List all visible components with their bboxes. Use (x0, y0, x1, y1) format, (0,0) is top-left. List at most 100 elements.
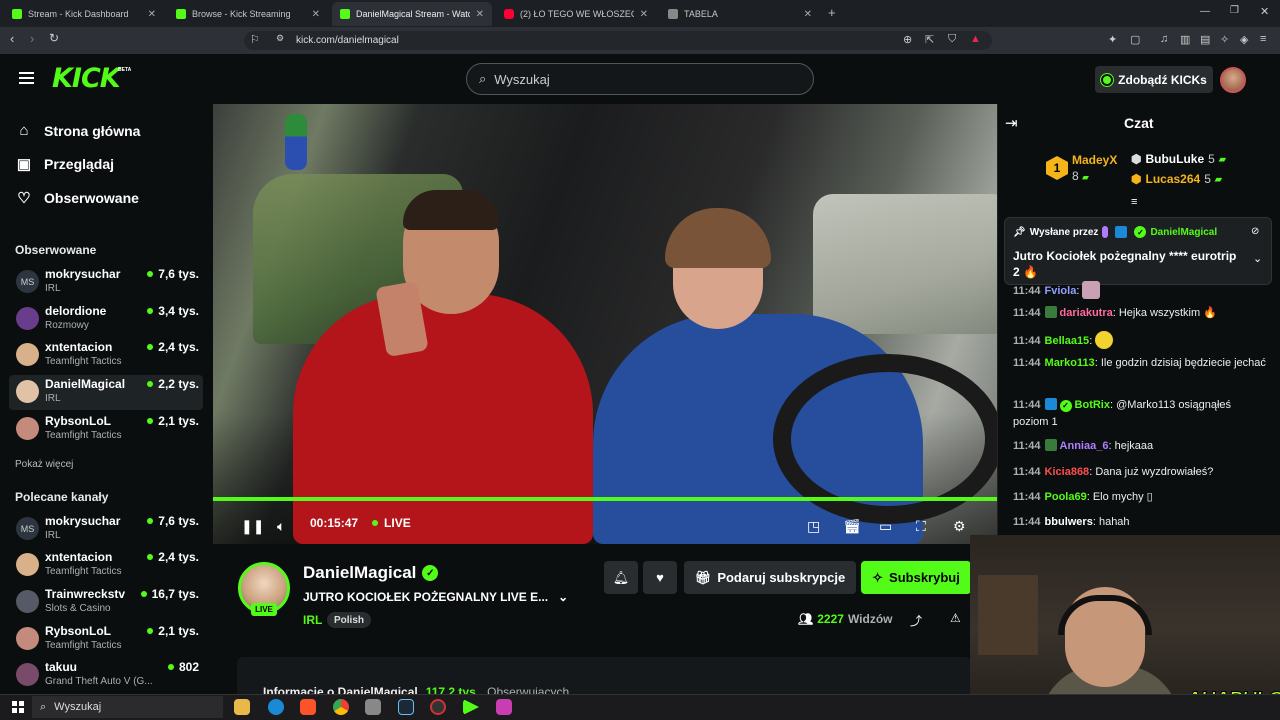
forward-icon[interactable]: › (30, 31, 34, 46)
settings-icon[interactable]: ⚙ (953, 518, 966, 535)
chat-message[interactable]: 11:44 bbulwers: hahah (1013, 514, 1269, 531)
chevron-down-icon[interactable]: ⌄ (558, 590, 568, 604)
new-tab-button[interactable]: + (828, 5, 836, 20)
chat-message[interactable]: 11:44 Anniaa_6: hejkaaa (1013, 438, 1269, 455)
reload-icon[interactable]: ↻ (49, 31, 59, 45)
chrome-icon[interactable] (333, 699, 349, 715)
fullscreen-icon[interactable]: ⛶ (916, 518, 926, 535)
unpin-icon[interactable]: ⊘ (1251, 226, 1259, 237)
sidebar-channel-active[interactable]: DanielMagical IRL 2,2 tys. (9, 375, 203, 410)
sidebar-channel[interactable]: xntentacion Teamfight Tactics 2,4 tys. (9, 338, 203, 373)
leaderboard-first[interactable]: 1 MadeyX 8 ▰ (1046, 153, 1117, 183)
screenshot-icon[interactable]: ▢ (1130, 33, 1140, 46)
sidebar-channel[interactable]: takuu Grand Theft Auto V (G... 802 (9, 658, 203, 693)
zoom-icon[interactable]: ⊕ (903, 33, 912, 46)
user-avatar[interactable] (1220, 67, 1246, 93)
wallet-icon[interactable]: ▤ (1200, 33, 1210, 46)
leo-icon[interactable]: ✧ (1220, 33, 1229, 46)
back-icon[interactable]: ‹ (10, 31, 14, 46)
app-icon[interactable] (365, 699, 381, 715)
window-close-icon[interactable]: ✕ (1260, 5, 1269, 18)
notifications-button[interactable]: 🔔︎ (604, 561, 638, 594)
message-user[interactable]: Anniaa_6 (1060, 440, 1109, 452)
message-user[interactable]: Fviola (1045, 285, 1077, 297)
close-icon[interactable]: ✕ (148, 9, 156, 20)
sidebar-toggle-icon[interactable]: ▥ (1180, 33, 1190, 46)
chat-message[interactable]: 11:44 Bellaa15: (1013, 331, 1269, 350)
clip-icon[interactable]: 🎬︎ (843, 518, 861, 535)
restore-icon[interactable]: ❐ (1230, 5, 1239, 16)
sidebar-channel[interactable]: delordione Rozmowy 3,4 tys. (9, 302, 203, 337)
chevron-down-icon[interactable]: ⌄ (1253, 252, 1262, 265)
sidebar-channel[interactable]: MS mokrysuchar IRL 7,6 tys. (9, 512, 203, 547)
browser-tab[interactable]: TABELA ✕ (660, 2, 820, 26)
steam-icon[interactable] (398, 699, 414, 715)
sidebar-channel[interactable]: RybsonLoL Teamfight Tactics 2,1 tys. (9, 412, 203, 447)
bookmark-icon[interactable]: ⚐ (250, 33, 260, 46)
video-progress-bar[interactable] (213, 497, 997, 501)
message-user[interactable]: Bellaa15 (1045, 335, 1090, 347)
rewards-icon[interactable]: ▲ (970, 33, 981, 45)
message-user[interactable]: Poola69 (1045, 491, 1087, 503)
extensions-icon[interactable]: ✦ (1108, 33, 1117, 46)
nav-home[interactable]: ⌂ Strona główna (16, 122, 140, 139)
chat-message[interactable]: 11:44 Marko113: Ile godzin dzisiaj będzie… (1013, 355, 1269, 372)
subscribe-button[interactable]: ✧ Subskrybuj (861, 561, 971, 594)
site-info-icon[interactable]: ⚙ (276, 33, 284, 44)
windows-start-icon[interactable] (12, 701, 24, 713)
share-icon[interactable]: ⤴ (910, 612, 922, 629)
menu-icon[interactable]: ≡ (1260, 33, 1266, 45)
browser-tab-active[interactable]: DanielMagical Stream - Watch ✕ (332, 2, 492, 26)
report-icon[interactable]: ⚠ (950, 611, 961, 625)
stream-title-row[interactable]: JUTRO KOCIOŁEK POŻEGNALNY LIVE E... ⌄ (303, 590, 568, 604)
pause-icon[interactable]: ❚❚ (241, 518, 264, 535)
collapse-chat-icon[interactable]: ⇥ (1005, 114, 1018, 132)
brave-icon[interactable] (300, 699, 316, 715)
close-icon[interactable]: ✕ (476, 9, 484, 20)
leaderboard-second[interactable]: ⬢ BubuLuke 5 ▰ (1131, 152, 1226, 166)
chat-message[interactable]: 11:44 ✓ BotRix: @Marko113 osiągnąłeś pozio… (1013, 397, 1269, 431)
streamer-name[interactable]: DanielMagical (303, 563, 416, 583)
close-icon[interactable]: ✕ (312, 9, 320, 20)
language-tag[interactable]: Polish (327, 612, 372, 628)
video-player[interactable]: ❚❚ 🔈︎ 00:15:47 LIVE ◳ 🎬︎ ▭ ⛶ ⚙ (213, 104, 997, 544)
kick-logo[interactable]: KICK (52, 63, 121, 94)
expand-leaderboard-icon[interactable]: ≡ (1131, 196, 1137, 208)
vpn-icon[interactable]: ◈ (1240, 33, 1248, 46)
search-input[interactable]: ⌕ Wyszukaj (466, 63, 814, 95)
browser-tab[interactable]: (2) ŁO TEGO WE WŁOSZECH - YouTube ✕ (496, 2, 656, 26)
pinned-message[interactable]: 📌︎ Wysłane przez ✓ DanielMagical Jutro K… (1004, 217, 1272, 285)
message-user[interactable]: Kicia868 (1045, 466, 1090, 478)
edge-icon[interactable] (268, 699, 284, 715)
sidebar-channel[interactable]: RybsonLoL Teamfight Tactics 2,1 tys. (9, 622, 203, 657)
message-user[interactable]: BotRix (1075, 399, 1110, 411)
chat-message[interactable]: 11:44 Poola69: Elo mychy ▯ (1013, 489, 1269, 506)
sidebar-channel[interactable]: xntentacion Teamfight Tactics 2,4 tys. (9, 548, 203, 583)
stream-category-link[interactable]: IRL (303, 613, 322, 627)
show-more-link[interactable]: Pokaż więcej (15, 459, 73, 470)
taskbar-search[interactable]: ⌕ Wyszukaj (32, 696, 223, 718)
chat-message[interactable]: 11:44 Kicia868: Dana już wyzdrowiałeś? (1013, 464, 1269, 481)
chat-message[interactable]: 11:44 Fviola: (1013, 281, 1269, 300)
volume-icon[interactable]: 🔈︎ (277, 518, 285, 535)
gift-subs-button[interactable]: 🎁︎ Podaruj subskrypcje (684, 561, 856, 594)
message-user[interactable]: Marko113 (1045, 357, 1095, 369)
browser-tab[interactable]: Browse - Kick Streaming ✕ (168, 2, 328, 26)
sidebar-channel[interactable]: Trainwreckstv Slots & Casino 16,7 tys. (9, 585, 203, 620)
file-explorer-icon[interactable] (234, 699, 250, 715)
message-user[interactable]: dariakutra (1060, 307, 1113, 319)
share-icon[interactable]: ⇱ (925, 33, 934, 46)
close-icon[interactable]: ✕ (640, 9, 648, 20)
browser-tab[interactable]: Stream - Kick Dashboard ✕ (4, 2, 164, 26)
close-icon[interactable]: ✕ (804, 9, 812, 20)
obs-icon[interactable] (430, 699, 446, 715)
nav-following[interactable]: ♡ Obserwowane (16, 189, 139, 207)
sidebar-channel[interactable]: MS mokrysuchar IRL 7,6 tys. (9, 265, 203, 300)
minimize-icon[interactable]: — (1200, 6, 1210, 17)
app-icon[interactable] (496, 699, 512, 715)
media-icon[interactable]: ♫ (1160, 33, 1168, 45)
leaderboard-third[interactable]: ⬢ Lucas264 5 ▰ (1131, 172, 1222, 186)
miniplayer-icon[interactable]: ◳ (807, 518, 820, 535)
chat-message[interactable]: 11:44 dariakutra: Hejka wszystkim 🔥 (1013, 305, 1269, 322)
get-kicks-button[interactable]: Zdobądź KICKs (1095, 66, 1213, 93)
